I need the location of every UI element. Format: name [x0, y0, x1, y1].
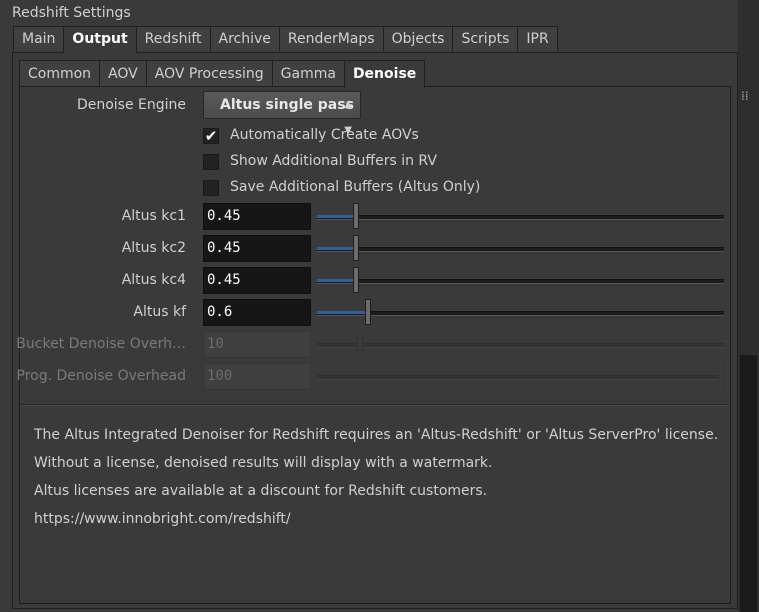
altus-kf-slider[interactable] — [317, 298, 724, 326]
slider-fill — [317, 311, 365, 314]
info-line-watermark: Without a license, denoised results will… — [34, 455, 493, 471]
slider-handle — [357, 331, 363, 357]
slider-handle[interactable] — [353, 203, 359, 229]
bucket-denoise-overhead-slider — [317, 330, 724, 358]
tab-denoise[interactable]: Denoise — [343, 60, 426, 88]
slider-fill — [317, 279, 353, 282]
tab-aov[interactable]: AOV — [99, 60, 147, 86]
altus-kc1-field[interactable]: 0.45 — [203, 203, 311, 230]
show-buffers-rv-label: Show Additional Buffers in RV — [230, 153, 437, 169]
window-title: Redshift Settings — [12, 5, 131, 21]
slider-handle[interactable] — [365, 299, 371, 325]
tab-objects[interactable]: Objects — [382, 26, 454, 51]
tab-ipr[interactable]: IPR — [517, 26, 558, 51]
bucket-denoise-overhead-label: Bucket Denoise Overh… — [16, 336, 186, 352]
altus-kc1-slider[interactable] — [317, 202, 724, 230]
section-divider — [20, 404, 730, 406]
slider-fill — [317, 247, 353, 250]
prog-denoise-overhead-field: 100 — [203, 363, 311, 390]
denoise-engine-value: Altus single pass — [220, 97, 354, 113]
save-buffers-label: Save Additional Buffers (Altus Only) — [230, 179, 481, 195]
tab-output[interactable]: Output — [63, 26, 137, 53]
prog-denoise-overhead-label: Prog. Denoise Overhead — [16, 368, 186, 384]
tab-main[interactable]: Main — [13, 26, 65, 51]
tab-gamma[interactable]: Gamma — [271, 60, 345, 86]
altus-kf-field[interactable]: 0.6 — [203, 299, 311, 326]
tab-common[interactable]: Common — [19, 60, 101, 86]
info-line-url[interactable]: https://www.innobright.com/redshift/ — [34, 511, 291, 527]
save-buffers-checkbox[interactable] — [203, 180, 219, 196]
tab-aov-processing[interactable]: AOV Processing — [145, 60, 273, 86]
tab-redshift[interactable]: Redshift — [135, 26, 211, 51]
slider-fill — [317, 215, 353, 218]
slider-handle — [718, 363, 724, 389]
scroll-grip-icon[interactable]: ⁞⁞ — [741, 90, 749, 102]
altus-kc4-label: Altus kc4 — [121, 272, 186, 288]
denoise-engine-dropdown[interactable]: Altus single pass ▲ ▼ — [203, 91, 361, 136]
altus-kc4-slider[interactable] — [317, 266, 724, 294]
show-buffers-rv-checkbox[interactable] — [203, 154, 219, 170]
denoise-engine-label: Denoise Engine — [76, 97, 186, 113]
slider-handle[interactable] — [353, 235, 359, 261]
tab-rendermaps[interactable]: RenderMaps — [278, 26, 384, 51]
tab-scripts[interactable]: Scripts — [452, 26, 519, 51]
tab-archive[interactable]: Archive — [209, 26, 280, 51]
altus-kc1-label: Altus kc1 — [121, 208, 186, 224]
auto-create-aovs-label: Automatically Create AOVs — [230, 127, 419, 143]
auto-create-aovs-checkbox[interactable]: ✔ — [203, 128, 219, 144]
altus-kc2-label: Altus kc2 — [121, 240, 186, 256]
info-line-discount: Altus licenses are available at a discou… — [34, 483, 488, 499]
prog-denoise-overhead-slider — [317, 362, 724, 390]
scrollbar-thumb[interactable] — [740, 355, 757, 612]
main-tab-bar: Main Output Redshift Archive RenderMaps … — [13, 26, 558, 53]
altus-kc2-slider[interactable] — [317, 234, 724, 262]
slider-handle[interactable] — [353, 267, 359, 293]
bucket-denoise-overhead-field: 10 — [203, 331, 311, 358]
altus-kc2-field[interactable]: 0.45 — [203, 235, 311, 262]
altus-kf-label: Altus kf — [133, 304, 186, 320]
sub-tab-bar: Common AOV AOV Processing Gamma Denoise — [19, 60, 426, 88]
info-line-license: The Altus Integrated Denoiser for Redshi… — [34, 427, 719, 443]
altus-kc4-field[interactable]: 0.45 — [203, 267, 311, 294]
